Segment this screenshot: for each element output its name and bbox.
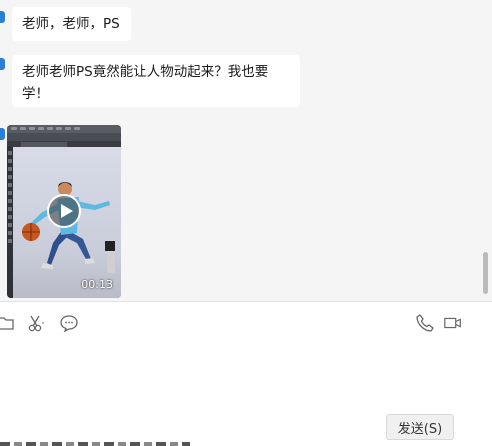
chat-history[interactable]: 老师，老师，PS 老师老师PS竟然能让人物动起来？我也要学！ 00:13 xyxy=(0,0,492,301)
message-bubble[interactable]: 老师老师PS竟然能让人物动起来？我也要学！ xyxy=(12,55,300,107)
scissors-icon[interactable] xyxy=(26,313,46,333)
sender-avatar[interactable] xyxy=(0,128,5,140)
sender-avatar[interactable] xyxy=(0,11,5,23)
scrollbar-thumb[interactable] xyxy=(483,252,488,294)
phone-icon[interactable] xyxy=(415,313,435,333)
message-input[interactable] xyxy=(0,340,492,408)
sender-avatar[interactable] xyxy=(0,58,5,70)
play-button[interactable] xyxy=(47,194,81,228)
message-text: 老师，老师，PS xyxy=(22,16,120,32)
video-duration: 00:13 xyxy=(81,278,113,291)
taskbar-fragment xyxy=(0,442,190,446)
message-text: 老师老师PS竟然能让人物动起来？我也要学！ xyxy=(22,64,269,102)
video-frame-toolbar xyxy=(7,133,121,141)
video-frame-menubar xyxy=(7,125,121,133)
folder-icon[interactable] xyxy=(0,313,16,333)
emoji-icon[interactable] xyxy=(59,313,79,333)
video-message[interactable]: 00:13 xyxy=(7,125,121,298)
divider xyxy=(0,301,492,302)
message-bubble[interactable]: 老师，老师，PS xyxy=(12,7,131,41)
send-button[interactable]: 发送(S) xyxy=(386,414,454,440)
scrollbar[interactable] xyxy=(480,0,492,301)
video-call-icon[interactable] xyxy=(443,313,463,333)
